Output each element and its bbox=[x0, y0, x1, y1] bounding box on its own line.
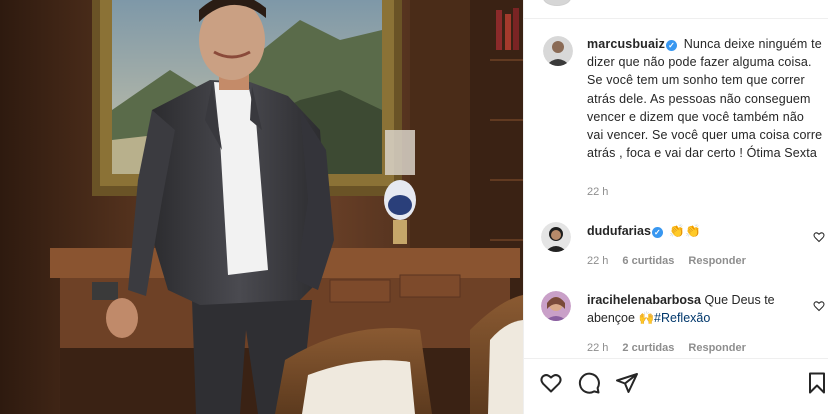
like-comment-heart-icon[interactable] bbox=[813, 231, 825, 243]
caption-timestamp[interactable]: 22 h bbox=[587, 186, 608, 198]
comment-username[interactable]: dudufarias bbox=[587, 224, 651, 238]
share-icon[interactable] bbox=[615, 371, 639, 395]
comment-meta: 22 h 6 curtidas Responder bbox=[587, 255, 760, 267]
reply-button[interactable]: Responder bbox=[688, 342, 745, 354]
post-caption: marcusbuaiz ✓ Nunca deixe ninguém te dize… bbox=[587, 35, 823, 162]
heart-icon[interactable] bbox=[539, 371, 563, 395]
comment-likes[interactable]: 6 curtidas bbox=[622, 255, 674, 267]
caption-meta: 22 h bbox=[587, 186, 622, 198]
comment-item: iracihelenabarbosa Que Deus te abençoe 🙌… bbox=[587, 292, 797, 327]
header-avatar[interactable] bbox=[543, 0, 571, 6]
comment-text: 👏👏 bbox=[669, 224, 701, 238]
post-image bbox=[0, 0, 523, 414]
post-action-bar bbox=[524, 358, 828, 414]
author-username[interactable]: marcusbuaiz bbox=[587, 37, 665, 51]
comment-emoji: 🙌 bbox=[638, 310, 655, 325]
post-side-panel: marcusbuaiz ✓ Nunca deixe ninguém te dize… bbox=[523, 0, 828, 414]
verified-icon: ✓ bbox=[666, 40, 678, 51]
comment-meta: 22 h 2 curtidas Responder bbox=[587, 342, 760, 354]
comment-avatar[interactable] bbox=[541, 291, 571, 321]
verified-icon: ✓ bbox=[651, 227, 663, 238]
header-divider bbox=[524, 18, 828, 19]
like-comment-heart-icon[interactable] bbox=[813, 300, 825, 312]
comment-username[interactable]: iracihelenabarbosa bbox=[587, 293, 701, 307]
instagram-post: marcusbuaiz ✓ Nunca deixe ninguém te dize… bbox=[0, 0, 828, 414]
comment-item: dudufarias ✓ 👏👏 bbox=[587, 223, 797, 241]
comment-timestamp[interactable]: 22 h bbox=[587, 255, 608, 267]
comment-icon[interactable] bbox=[577, 371, 601, 395]
comment-avatar[interactable] bbox=[541, 222, 571, 252]
comment-timestamp[interactable]: 22 h bbox=[587, 342, 608, 354]
post-photo[interactable] bbox=[0, 0, 523, 414]
caption-text: Nunca deixe ninguém te dizer que não pod… bbox=[587, 37, 823, 161]
bookmark-icon[interactable] bbox=[805, 371, 828, 395]
author-avatar[interactable] bbox=[543, 36, 573, 66]
hashtag-link[interactable]: #Reflexão bbox=[654, 311, 710, 325]
comment-likes[interactable]: 2 curtidas bbox=[622, 342, 674, 354]
reply-button[interactable]: Responder bbox=[688, 255, 745, 267]
